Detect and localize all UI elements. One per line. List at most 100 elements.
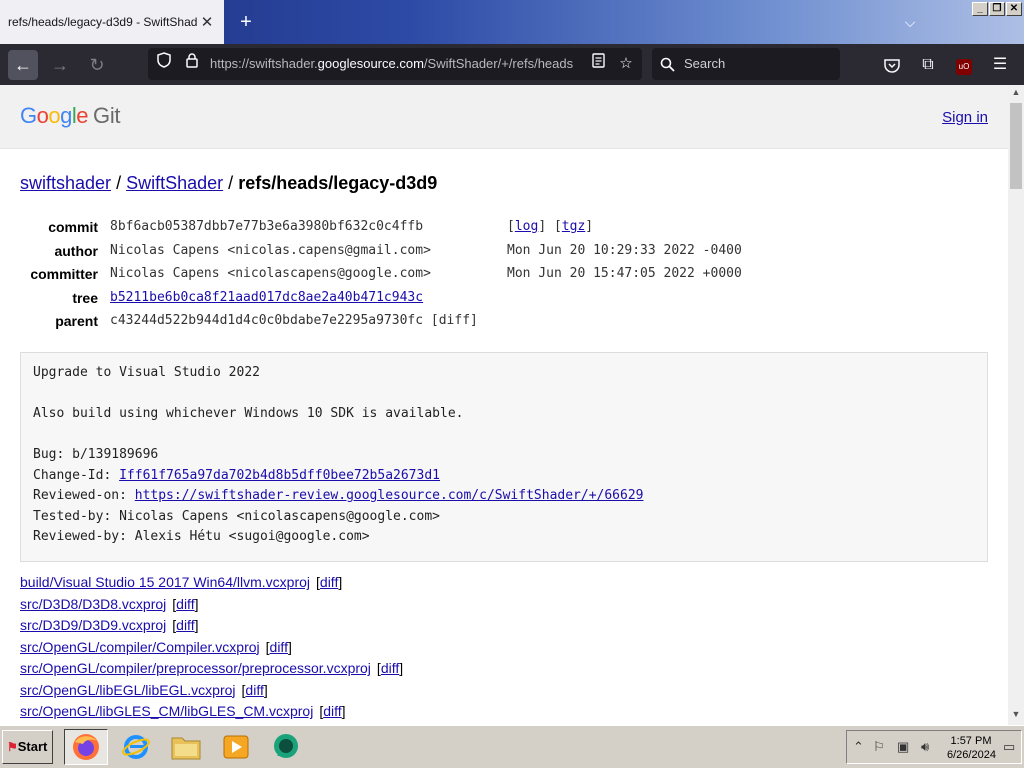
show-desktop-icon[interactable]: ▭ — [1003, 739, 1015, 755]
gitiles-header: Google Git Sign in — [0, 85, 1008, 149]
file-path-link[interactable]: src/OpenGL/compiler/preprocessor/preproc… — [20, 660, 371, 676]
file-diff-link[interactable]: diff — [176, 617, 194, 633]
scroll-up-arrow-icon[interactable]: ▲ — [1008, 87, 1024, 101]
file-path-link[interactable]: src/OpenGL/compiler/Compiler.vcxproj — [20, 639, 260, 655]
log-link[interactable]: log — [515, 219, 538, 234]
reader-view-icon[interactable] — [586, 48, 610, 80]
tab-strip: refs/heads/legacy-d3d9 - SwiftShader ✕ +… — [0, 0, 1024, 44]
parent-hash-link[interactable]: c43244d522b944d1d4c0c0bdabe7e2295a9730fc — [110, 313, 423, 328]
clock-time: 1:57 PM — [950, 735, 992, 747]
url-text[interactable]: https://swiftshader.googlesource.com/Swi… — [210, 48, 580, 80]
tree-hash-link[interactable]: b5211be6b0ca8f21aad017dc8ae2a40b471c943c — [110, 290, 423, 305]
vertical-scrollbar[interactable]: ▲ ▼ — [1008, 85, 1024, 725]
file-path-link[interactable]: src/OpenGL/libGLES_CM/libGLES_CM.vcxproj — [20, 703, 313, 719]
url-host: googlesource.com — [317, 56, 424, 71]
tree-row: tree b5211be6b0ca8f21aad017dc8ae2a40b471… — [20, 290, 742, 314]
maximize-button[interactable]: ❐ — [989, 2, 1005, 16]
scrollbar-thumb[interactable] — [1010, 103, 1022, 189]
parent-diff-link[interactable]: diff — [439, 313, 470, 328]
taskbar-app-green[interactable] — [264, 729, 308, 765]
ublock-button[interactable]: uO — [949, 50, 979, 80]
tab-title: refs/heads/legacy-d3d9 - SwiftShader — [8, 15, 198, 29]
pocket-button[interactable] — [877, 50, 907, 80]
file-path-link[interactable]: src/D3D8/D3D8.vcxproj — [20, 596, 166, 612]
change-id-label: Change-Id: — [33, 467, 120, 483]
file-diff-link[interactable]: diff — [245, 682, 263, 698]
file-path-link[interactable]: src/OpenGL/libEGL/libEGL.vcxproj — [20, 682, 236, 698]
page-content: Google Git Sign in swiftshader / SwiftSha… — [0, 85, 1008, 725]
file-diff-link[interactable]: diff — [323, 703, 341, 719]
action-center-flag-icon[interactable]: ⚐ — [873, 739, 885, 755]
file-diff-link[interactable]: diff — [270, 639, 288, 655]
puzzle-icon: ⧉ — [922, 56, 934, 73]
url-bar[interactable]: https://swiftshader.googlesource.com/Swi… — [148, 48, 642, 80]
logo-git-text: Git — [93, 103, 121, 128]
tracking-shield-icon[interactable] — [152, 48, 176, 80]
app-menu-button[interactable]: ☰ — [985, 50, 1015, 80]
change-id-link[interactable]: Iff61f765a97da702b4d8b5dff0bee72b5a2673d… — [119, 468, 440, 483]
breadcrumb-separator: / — [228, 173, 234, 193]
message-change-id: Change-Id: Iff61f765a97da702b4d8b5dff0be… — [33, 468, 975, 489]
message-bug: Bug: b/139189696 — [33, 447, 159, 462]
search-placeholder: Search — [684, 56, 726, 71]
scroll-down-arrow-icon[interactable]: ▼ — [1008, 709, 1024, 723]
back-button[interactable]: ← — [8, 50, 38, 80]
bookmark-star-icon[interactable]: ☆ — [614, 48, 638, 80]
clock[interactable]: 1:57 PM 6/26/2024 — [947, 734, 996, 762]
firefox-icon — [73, 734, 99, 760]
taskbar: ⚑Start ⌃ ⚐ ▣ 🔊︎ 1:57 PM 6/26/2024 ▭ — [0, 725, 1024, 768]
file-diff-link[interactable]: diff — [381, 660, 399, 676]
file-row: src/OpenGL/libGLES_CM/libGLES_CM.vcxproj… — [20, 703, 346, 719]
show-hidden-icons-chevron-icon[interactable]: ⌃ — [853, 739, 864, 755]
tgz-link[interactable]: tgz — [562, 219, 585, 234]
logo-google-text: Google — [20, 103, 89, 128]
window-controls: _ ❐ ✕ — [972, 2, 1022, 16]
pocket-icon — [884, 59, 900, 73]
reviewed-on-label: Reviewed-on: — [33, 488, 135, 503]
start-label: Start — [17, 739, 48, 754]
nav-toolbar: ← → ↻ https://swiftshader.googlesource.c… — [0, 44, 1024, 85]
url-path: /SwiftShader/+/refs/heads — [423, 56, 574, 71]
close-tab-icon[interactable]: ✕ — [198, 13, 216, 31]
file-diff-link[interactable]: diff — [320, 574, 338, 590]
network-icon[interactable]: ▣ — [897, 739, 909, 755]
author-date: Mon Jun 20 10:29:33 2022 -0400 — [507, 242, 742, 258]
tab-active[interactable]: refs/heads/legacy-d3d9 - SwiftShader ✕ — [0, 0, 224, 44]
file-path-link[interactable]: build/Visual Studio 15 2017 Win64/llvm.v… — [20, 574, 310, 590]
commit-message: Upgrade to Visual Studio 2022 Also build… — [20, 352, 988, 562]
taskbar-media-player[interactable] — [214, 729, 258, 765]
close-window-button[interactable]: ✕ — [1006, 2, 1022, 16]
search-icon — [660, 48, 675, 84]
breadcrumb-separator: / — [116, 173, 122, 193]
file-row: src/D3D8/D3D8.vcxproj [diff] — [20, 595, 199, 612]
commit-label: commit — [48, 219, 98, 235]
reload-button[interactable]: ↻ — [82, 50, 112, 80]
review-url-link[interactable]: https://swiftshader-review.googlesource.… — [135, 488, 644, 503]
start-button[interactable]: ⚑Start — [2, 730, 53, 764]
file-path-link[interactable]: src/D3D9/D3D9.vcxproj — [20, 617, 166, 633]
extensions-button[interactable]: ⧉ — [913, 50, 943, 80]
breadcrumb-repo-link[interactable]: SwiftShader — [126, 173, 223, 193]
reload-icon: ↻ — [89, 55, 105, 75]
sign-in-link[interactable]: Sign in — [942, 109, 988, 126]
taskbar-firefox[interactable] — [64, 729, 108, 765]
hamburger-menu-icon: ☰ — [992, 56, 1008, 73]
lock-icon[interactable] — [180, 48, 204, 80]
taskbar-file-explorer[interactable] — [164, 729, 208, 765]
taskbar-internet-explorer[interactable] — [114, 729, 158, 765]
green-bubble-icon — [274, 734, 298, 758]
url-prefix: https://swiftshader. — [210, 56, 318, 71]
volume-icon[interactable]: 🔊︎ — [921, 739, 929, 755]
google-git-logo[interactable]: Google Git — [20, 103, 121, 129]
message-body: Also build using whichever Windows 10 SD… — [33, 406, 464, 421]
new-tab-button[interactable]: + — [234, 10, 258, 34]
forward-button[interactable]: → — [45, 50, 75, 80]
arrow-left-icon: ← — [14, 55, 32, 75]
minimize-button[interactable]: _ — [972, 2, 988, 16]
parent-row: parent c43244d522b944d1d4c0c0bdabe7e2295… — [20, 313, 742, 337]
file-diff-link[interactable]: diff — [176, 596, 194, 612]
breadcrumb-host-link[interactable]: swiftshader — [20, 173, 111, 193]
list-tabs-chevron-icon[interactable]: ⌵ — [898, 10, 922, 34]
search-bar[interactable]: Search — [652, 48, 840, 80]
